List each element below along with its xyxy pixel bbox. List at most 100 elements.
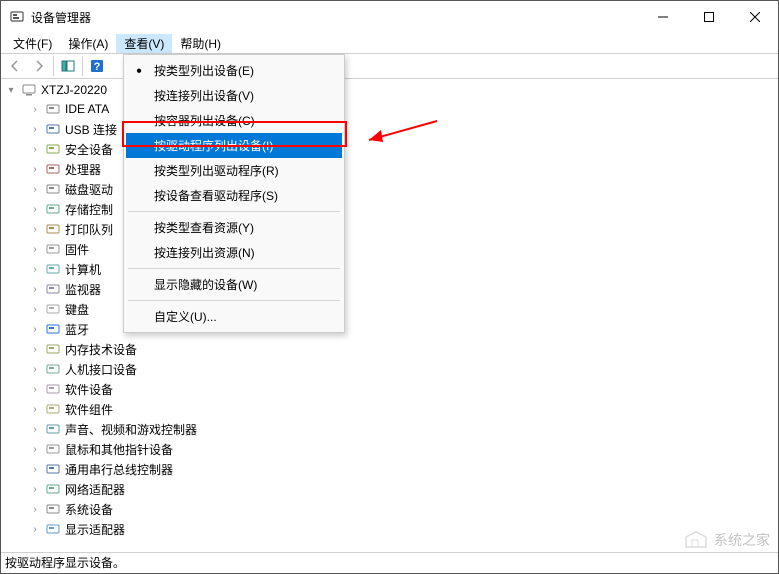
expand-icon[interactable]: ›	[29, 444, 41, 455]
expand-icon[interactable]: ›	[29, 204, 41, 215]
forward-button[interactable]	[27, 55, 51, 77]
menu-view[interactable]: 查看(V)	[116, 34, 172, 53]
expand-icon[interactable]: ›	[29, 164, 41, 175]
expand-icon[interactable]: ›	[29, 504, 41, 515]
view-menu-item[interactable]: 自定义(U)...	[126, 304, 342, 329]
device-category-icon	[45, 201, 61, 217]
toolbar-separator	[53, 56, 54, 76]
view-menu-item[interactable]: 按类型列出驱动程序(R)	[126, 158, 342, 183]
device-category-icon	[45, 401, 61, 417]
help-button[interactable]: ?	[85, 55, 109, 77]
device-category-icon	[45, 481, 61, 497]
expand-icon[interactable]: ›	[29, 404, 41, 415]
expand-icon[interactable]: ›	[29, 524, 41, 535]
expand-icon[interactable]: ›	[29, 464, 41, 475]
tree-item-label: 系统设备	[65, 501, 113, 518]
tree-item[interactable]: ›软件设备	[29, 379, 778, 399]
expand-icon[interactable]: ›	[29, 344, 41, 355]
expand-icon[interactable]: ›	[29, 284, 41, 295]
content-area: ▾ XTZJ-20220 ›IDE ATA›USB 连接›安全设备›处理器›磁盘…	[1, 79, 778, 553]
tree-item[interactable]: › 软件组件	[29, 399, 778, 419]
device-category-icon	[45, 461, 61, 477]
toolbar-separator	[82, 56, 83, 76]
expand-icon[interactable]: ›	[29, 104, 41, 115]
tree-item-label: 打印队列	[65, 221, 113, 238]
tree-root[interactable]: ▾ XTZJ-20220	[5, 81, 778, 99]
radio-bullet-icon: ●	[136, 65, 142, 76]
device-category-icon	[45, 501, 61, 517]
expand-icon[interactable]: ›	[29, 324, 41, 335]
tree-item[interactable]: ›内存技术设备	[29, 339, 778, 359]
watermark-text: 系统之家	[714, 530, 770, 550]
tree-item-label: 磁盘驱动	[65, 181, 113, 198]
device-category-icon	[45, 421, 61, 437]
computer-icon	[21, 82, 37, 98]
tree-item-label: USB 连接	[65, 121, 117, 138]
svg-text:?: ?	[94, 61, 101, 73]
minimize-button[interactable]	[640, 1, 686, 33]
tree-item-label: 监视器	[65, 281, 101, 298]
root-label: XTZJ-20220	[41, 83, 107, 97]
device-category-icon	[45, 181, 61, 197]
back-button[interactable]	[3, 55, 27, 77]
tree-item-label: 计算机	[65, 261, 101, 278]
expand-icon[interactable]: ›	[29, 124, 41, 135]
device-category-icon	[45, 281, 61, 297]
view-menu-item[interactable]: 显示隐藏的设备(W)	[126, 272, 342, 297]
tree-item[interactable]: › 人机接口设备	[29, 359, 778, 379]
expand-icon[interactable]: ›	[29, 364, 41, 375]
tree-item[interactable]: › 系统设备	[29, 499, 778, 519]
expand-icon[interactable]: ›	[29, 384, 41, 395]
menu-action[interactable]: 操作(A)	[60, 34, 116, 53]
tree-item[interactable]: ›网络适配器	[29, 479, 778, 499]
menubar: 文件(F) 操作(A) 查看(V) 帮助(H)	[1, 33, 778, 53]
view-menu-item[interactable]: 按类型查看资源(Y)	[126, 215, 342, 240]
expand-icon[interactable]: ›	[29, 224, 41, 235]
close-button[interactable]	[732, 1, 778, 33]
expand-icon[interactable]: ›	[29, 144, 41, 155]
tree-item-label: 软件组件	[65, 401, 113, 418]
tree-item[interactable]: ›显示适配器	[29, 519, 778, 539]
device-category-icon	[45, 221, 61, 237]
collapse-icon[interactable]: ▾	[5, 85, 17, 96]
show-hide-tree-button[interactable]	[56, 55, 80, 77]
device-category-icon	[45, 141, 61, 157]
maximize-button[interactable]	[686, 1, 732, 33]
titlebar: 设备管理器	[1, 1, 778, 33]
expand-icon[interactable]: ›	[29, 304, 41, 315]
view-menu-item[interactable]: 按类型列出设备(E)●	[126, 58, 342, 83]
device-category-icon	[45, 361, 61, 377]
expand-icon[interactable]: ›	[29, 424, 41, 435]
view-menu-item[interactable]: 按连接列出设备(V)	[126, 83, 342, 108]
tree-item[interactable]: › 鼠标和其他指针设备	[29, 439, 778, 459]
tree-item-label: 声音、视频和游戏控制器	[65, 421, 197, 438]
menu-separator	[128, 300, 340, 301]
toolbar: ?	[1, 53, 778, 79]
view-menu-item[interactable]: 按容器列出设备(C)	[126, 108, 342, 133]
expand-icon[interactable]: ›	[29, 244, 41, 255]
menu-separator	[128, 268, 340, 269]
tree-item[interactable]: › 声音、视频和游戏控制器	[29, 419, 778, 439]
device-category-icon	[45, 441, 61, 457]
menu-file[interactable]: 文件(F)	[5, 34, 60, 53]
expand-icon[interactable]: ›	[29, 184, 41, 195]
window-controls	[640, 1, 778, 33]
expand-icon[interactable]: ›	[29, 264, 41, 275]
device-category-icon	[45, 321, 61, 337]
view-menu-item[interactable]: 按驱动程序列出设备(I)	[126, 133, 342, 158]
tree-item-label: 键盘	[65, 301, 89, 318]
expand-icon[interactable]: ›	[29, 484, 41, 495]
tree-item[interactable]: ›通用串行总线控制器	[29, 459, 778, 479]
device-category-icon	[45, 301, 61, 317]
tree-item-label: 存储控制	[65, 201, 113, 218]
tree-item-label: 鼠标和其他指针设备	[65, 441, 173, 458]
tree-item-label: IDE ATA	[65, 102, 109, 116]
tree-item-label: 人机接口设备	[65, 361, 137, 378]
tree-item-label: 安全设备	[65, 141, 113, 158]
status-text: 按驱动程序显示设备。	[5, 554, 125, 571]
app-icon	[9, 9, 25, 25]
menu-help[interactable]: 帮助(H)	[172, 34, 229, 53]
view-menu-item[interactable]: 按设备查看驱动程序(S)	[126, 183, 342, 208]
device-tree[interactable]: ▾ XTZJ-20220 ›IDE ATA›USB 连接›安全设备›处理器›磁盘…	[1, 79, 778, 541]
view-menu-item[interactable]: 按连接列出资源(N)	[126, 240, 342, 265]
